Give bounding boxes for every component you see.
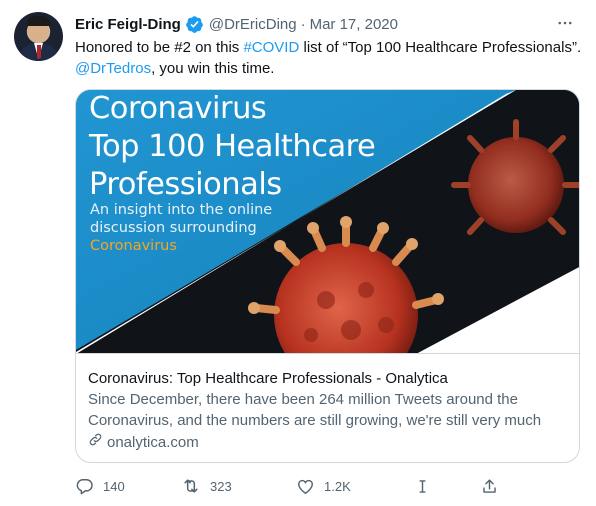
card-image-subtitle-accent: Coronavirus <box>90 238 177 254</box>
separator-dot: · <box>300 15 306 33</box>
analytics-icon <box>413 477 432 496</box>
card-image-title-line: Top 100 Healthcare <box>89 129 376 164</box>
tweet-text: Honored to be #2 on this #COVID list of … <box>75 37 585 79</box>
retweet-icon <box>181 476 201 496</box>
author-name[interactable]: Eric Feigl-Ding <box>75 16 181 33</box>
card-domain: onalytica.com <box>88 432 570 453</box>
hashtag-link[interactable]: #COVID <box>243 39 299 56</box>
analytics-button[interactable] <box>413 474 432 498</box>
reply-count: 140 <box>103 478 125 494</box>
card-domain-text: onalytica.com <box>107 434 199 451</box>
tweet[interactable]: Eric Feigl-Ding @DrEricDing · Mar 17, 20… <box>0 0 596 506</box>
card-title: Coronavirus: Top Healthcare Professional… <box>88 370 448 387</box>
link-icon <box>88 432 103 453</box>
avatar[interactable] <box>14 12 63 61</box>
tweet-date[interactable]: Mar 17, 2020 <box>310 16 398 33</box>
retweet-button[interactable]: 323 <box>181 474 232 498</box>
card-image-title-line: Coronavirus <box>89 91 267 126</box>
card-image[interactable]: Coronavirus Top 100 Healthcare Professio… <box>76 90 579 354</box>
retweet-count: 323 <box>210 478 232 494</box>
like-count: 1.2K <box>324 478 351 494</box>
mention-link[interactable]: @DrTedros <box>75 60 151 77</box>
link-card[interactable]: Coronavirus Top 100 Healthcare Professio… <box>75 89 580 463</box>
onalytica-logo: onalytica <box>469 327 573 348</box>
card-image-title: Coronavirus Top 100 Healthcare Professio… <box>89 90 376 204</box>
reply-icon <box>75 477 94 496</box>
card-image-subtitle-line: An insight into the online <box>90 202 273 218</box>
share-icon <box>480 477 499 496</box>
onalytica-logo-icon <box>555 328 573 347</box>
share-button[interactable] <box>480 474 499 498</box>
card-image-title-line: Professionals <box>89 167 282 202</box>
card-meta[interactable]: Coronavirus: Top Healthcare Professional… <box>88 368 570 453</box>
tweet-header: Eric Feigl-Ding @DrEricDing · Mar 17, 20… <box>75 13 576 35</box>
onalytica-logo-text: onalytica <box>468 327 551 348</box>
card-image-subtitle-line: discussion surrounding <box>90 220 257 236</box>
tweet-actions: 140 323 1.2K <box>75 474 500 498</box>
card-description: Since December, there have been 264 mill… <box>88 391 542 429</box>
like-icon <box>296 477 315 496</box>
tweet-text-part: list of “Top 100 Healthcare Professional… <box>299 39 582 56</box>
verified-badge-icon <box>185 15 204 34</box>
author-handle[interactable]: @DrEricDing <box>209 16 297 33</box>
like-button[interactable]: 1.2K <box>296 474 351 498</box>
tweet-text-part: , you win this time. <box>151 60 275 77</box>
card-image-subtitle: An insight into the online discussion su… <box>90 201 272 255</box>
tweet-text-part: Honored to be #2 on this <box>75 39 244 56</box>
reply-button[interactable]: 140 <box>75 474 125 498</box>
more-options-icon[interactable] <box>554 12 576 34</box>
